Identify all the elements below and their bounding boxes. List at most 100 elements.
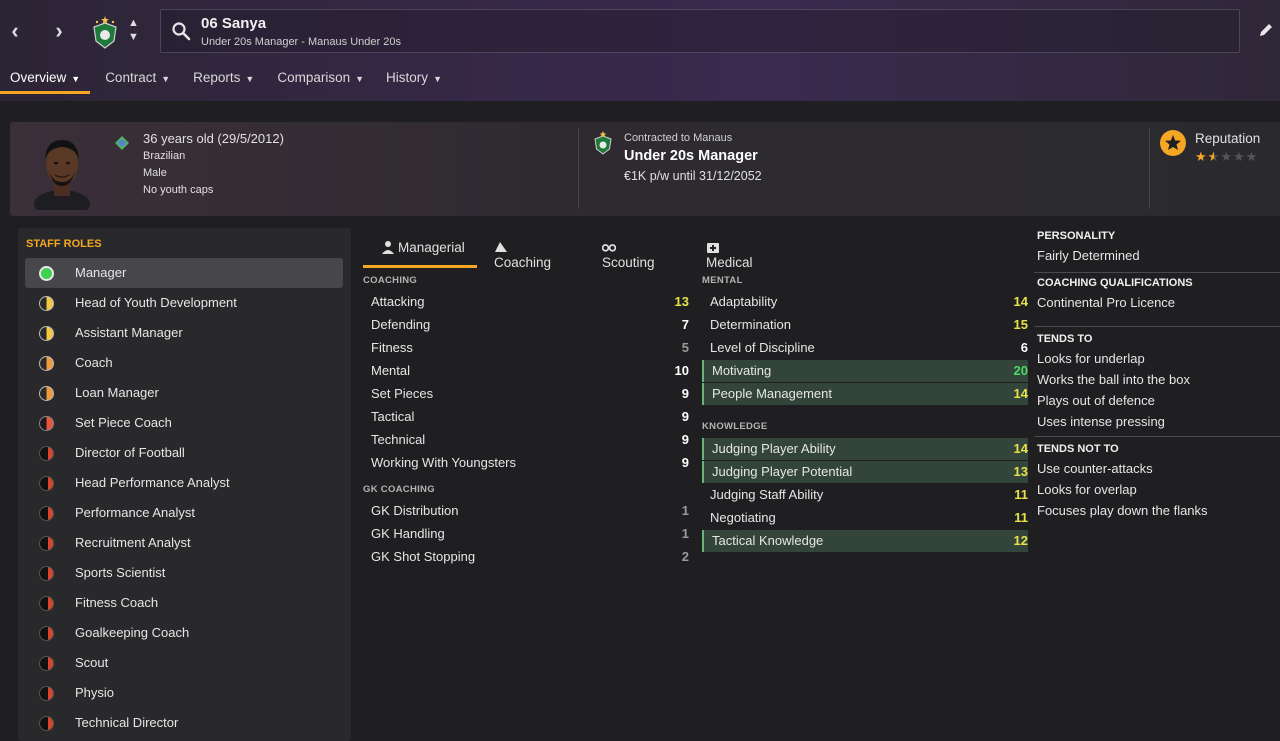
role-item[interactable]: Loan Manager — [25, 378, 343, 408]
role-suitability-icon — [39, 566, 54, 581]
role-label: Coach — [75, 355, 113, 370]
role-item[interactable]: Sports Scientist — [25, 558, 343, 588]
attribute-value: 14 — [1013, 441, 1028, 456]
attribute-value: 5 — [681, 340, 689, 355]
attribute-row[interactable]: GK Distribution 1 — [363, 500, 689, 522]
role-item[interactable]: Physio — [25, 678, 343, 708]
attribute-row[interactable]: Tactical 9 — [363, 406, 689, 428]
divider — [1034, 272, 1280, 273]
star-icon: ★ — [1195, 149, 1208, 164]
attribute-value: 15 — [1013, 317, 1028, 332]
chevron-down-icon[interactable]: ▼ — [128, 32, 139, 43]
divider — [1034, 326, 1280, 327]
brazil-flag-icon[interactable] — [115, 136, 129, 150]
role-item[interactable]: Fitness Coach — [25, 588, 343, 618]
tab-label: Reports — [193, 70, 241, 85]
chevron-up-icon[interactable]: ▲ — [128, 18, 139, 29]
chevron-down-icon: ▼ — [71, 74, 81, 84]
staff-roles-title: STAFF ROLES — [26, 238, 102, 250]
manager-icon — [382, 241, 394, 254]
attribute-value: 11 — [1014, 487, 1028, 502]
attribute-name: Tactical — [371, 409, 415, 424]
staff-search-box[interactable]: 06 Sanya Under 20s Manager - Manaus Unde… — [160, 9, 1240, 53]
attribute-row[interactable]: Attacking 13 — [363, 291, 689, 313]
attribute-row[interactable]: Tactical Knowledge 12 — [702, 530, 1028, 552]
chevron-down-icon: ▼ — [245, 74, 255, 84]
role-item[interactable]: Recruitment Analyst — [25, 528, 343, 558]
role-label: Head Performance Analyst — [75, 475, 230, 490]
mental-section-title: MENTAL — [702, 275, 743, 286]
attribute-value: 1 — [681, 526, 689, 541]
medical-kit-icon — [707, 243, 719, 253]
role-item[interactable]: Manager — [25, 258, 343, 288]
attribute-name: Judging Staff Ability — [710, 487, 824, 502]
attribute-name: Adaptability — [710, 294, 778, 309]
attribute-row[interactable]: People Management 14 — [702, 383, 1028, 405]
attribute-name: Determination — [710, 317, 791, 332]
role-item[interactable]: Technical Director — [25, 708, 343, 738]
attribute-value: 2 — [681, 549, 689, 564]
role-label: Loan Manager — [75, 385, 159, 400]
attribute-row[interactable]: GK Handling 1 — [363, 523, 689, 545]
tab-coaching[interactable]: Coaching — [494, 232, 552, 270]
attribute-name: Judging Player Potential — [712, 464, 853, 479]
tab-managerial[interactable]: Managerial — [363, 232, 477, 268]
attribute-row[interactable]: Mental 10 — [363, 360, 689, 382]
staff-subtitle: Under 20s Manager - Manaus Under 20s — [201, 36, 401, 48]
role-item[interactable]: Set Piece Coach — [25, 408, 343, 438]
search-icon[interactable] — [171, 21, 191, 41]
divider — [1149, 129, 1150, 209]
tab-medical[interactable]: Medical — [706, 232, 753, 270]
role-item[interactable]: Director of Football — [25, 438, 343, 468]
back-arrow-icon[interactable]: ‹ — [3, 18, 27, 44]
edit-pencil-icon[interactable] — [1258, 22, 1274, 38]
staff-nationality: Brazilian — [143, 150, 186, 162]
attribute-row[interactable]: Judging Player Ability 14 — [702, 438, 1028, 460]
club-badge-icon[interactable] — [594, 131, 612, 155]
tab-scouting[interactable]: Scouting — [602, 232, 655, 270]
tab-history[interactable]: History ▼ — [376, 66, 452, 94]
tab-reports[interactable]: Reports ▼ — [183, 66, 264, 94]
contract-wage: €1K p/w until 31/12/2052 — [624, 169, 762, 183]
chevron-down-icon: ▼ — [433, 74, 442, 84]
role-item[interactable]: Head Performance Analyst — [25, 468, 343, 498]
gk-coaching-section-title: GK COACHING — [363, 484, 435, 495]
role-item[interactable]: Assistant Manager — [25, 318, 343, 348]
role-item[interactable]: Head of Youth Development — [25, 288, 343, 318]
tab-label: Coaching — [494, 255, 552, 270]
attribute-row[interactable]: Set Pieces 9 — [363, 383, 689, 405]
club-badge-icon[interactable] — [92, 15, 118, 49]
attribute-row[interactable]: Judging Staff Ability 11 — [702, 484, 1028, 506]
attribute-row[interactable]: Motivating 20 — [702, 360, 1028, 382]
attribute-row[interactable]: Adaptability 14 — [702, 291, 1028, 313]
attribute-row[interactable]: Level of Discipline 6 — [702, 337, 1028, 359]
attribute-value: 11 — [1014, 510, 1028, 525]
attribute-name: Negotiating — [710, 510, 776, 525]
attribute-row[interactable]: Working With Youngsters 9 — [363, 452, 689, 474]
attribute-value: 12 — [1013, 533, 1028, 548]
tab-label: History — [386, 70, 429, 85]
role-item[interactable]: Performance Analyst — [25, 498, 343, 528]
tab-comparison[interactable]: Comparison ▼ — [267, 66, 374, 94]
attribute-row[interactable]: Determination 15 — [702, 314, 1028, 336]
attribute-row[interactable]: Negotiating 11 — [702, 507, 1028, 529]
attribute-value: 6 — [1020, 340, 1028, 355]
attribute-value: 13 — [1013, 464, 1028, 479]
attribute-row[interactable]: Technical 9 — [363, 429, 689, 451]
tab-overview[interactable]: Overview ▼ — [0, 66, 91, 94]
attribute-row[interactable]: Fitness 5 — [363, 337, 689, 359]
attribute-row[interactable]: GK Shot Stopping 2 — [363, 546, 689, 568]
trait-item: Focuses play down the flanks — [1037, 503, 1208, 518]
role-suitability-icon — [39, 476, 54, 491]
staff-roles-panel: STAFF ROLES Manager Head of Youth Develop… — [18, 228, 351, 741]
coaching-qualifications-title: COACHING QUALIFICATIONS — [1037, 277, 1193, 289]
role-item[interactable]: Scout — [25, 648, 343, 678]
role-item[interactable]: Goalkeeping Coach — [25, 618, 343, 648]
attribute-row[interactable]: Judging Player Potential 13 — [702, 461, 1028, 483]
role-item[interactable]: Coach — [25, 348, 343, 378]
attribute-row[interactable]: Defending 7 — [363, 314, 689, 336]
tab-contract[interactable]: Contract ▼ — [95, 66, 180, 94]
attribute-name: Fitness — [371, 340, 413, 355]
attribute-name: Set Pieces — [371, 386, 434, 401]
forward-arrow-icon[interactable]: › — [47, 18, 71, 44]
